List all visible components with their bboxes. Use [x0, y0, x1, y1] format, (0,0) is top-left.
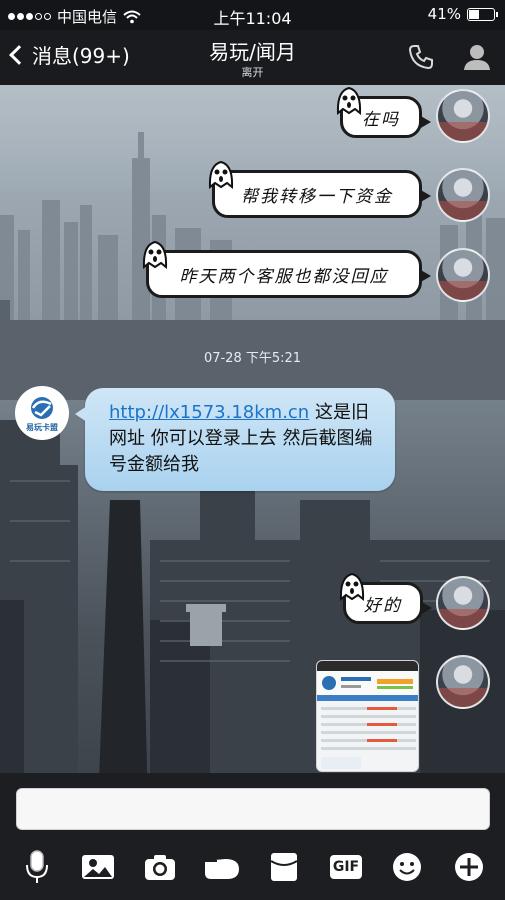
hand-icon	[205, 859, 239, 879]
screenshot-image	[317, 661, 418, 769]
chat-toolbar: GIF	[0, 847, 505, 897]
brand-logo-text: 易玩卡盟	[26, 423, 58, 432]
message-bubble-outgoing[interactable]: 昨天两个客服也都没回应	[142, 240, 431, 298]
message-text: 好的	[364, 595, 402, 616]
more-button[interactable]	[449, 847, 489, 887]
nav-bar: 消息(99+) 易玩/闻月 离开	[0, 30, 505, 85]
message-text: 昨天两个客服也都没回应	[179, 266, 389, 287]
my-avatar[interactable]	[436, 248, 490, 302]
message-bubble-outgoing[interactable]: 帮我转移一下资金	[208, 160, 431, 218]
gif-icon: GIF	[330, 855, 362, 879]
emoji-button[interactable]	[387, 847, 427, 887]
message-text: 帮我转移一下资金	[241, 186, 393, 207]
message-timestamp: 07-28 下午5:21	[203, 351, 302, 366]
status-bar: 中国电信 上午11:04 41%	[0, 0, 505, 30]
message-bubble-outgoing[interactable]: 好的	[339, 572, 432, 624]
my-avatar[interactable]	[436, 655, 490, 709]
image-message-thumbnail[interactable]	[316, 660, 419, 772]
battery-icon	[467, 7, 498, 21]
my-avatar[interactable]	[436, 89, 490, 143]
message-input[interactable]	[16, 788, 490, 830]
contact-avatar[interactable]: 易玩卡盟	[15, 386, 69, 440]
battery-percent: 41%	[427, 5, 461, 23]
phone-icon[interactable]	[408, 44, 434, 70]
emoji-icon	[393, 853, 421, 881]
gif-button[interactable]: GIF	[326, 847, 366, 887]
message-text: 在吗	[362, 109, 400, 130]
envelope-icon	[270, 853, 298, 881]
photo-button[interactable]	[78, 847, 118, 887]
message-bubble-incoming[interactable]: http://lx1573.18km.cn 这是旧网址 你可以登录上去 然后截图…	[75, 388, 395, 491]
voice-button[interactable]	[17, 847, 57, 887]
chat-input-area: GIF	[0, 773, 505, 900]
mic-icon	[26, 850, 48, 883]
ghost-sticker-icon	[142, 240, 168, 269]
person-icon[interactable]	[462, 42, 492, 72]
gif-label: GIF	[332, 859, 360, 875]
red-packet-button[interactable]	[264, 847, 304, 887]
poke-button[interactable]	[202, 847, 242, 887]
message-bubble-outgoing[interactable]: 在吗	[336, 86, 431, 138]
plus-icon	[455, 853, 483, 881]
ghost-sticker-icon	[339, 572, 365, 601]
message-link[interactable]: http://lx1573.18km.cn	[109, 402, 309, 423]
ghost-sticker-icon	[208, 160, 234, 189]
camera-button[interactable]	[140, 847, 180, 887]
image-icon	[82, 855, 114, 879]
ghost-sticker-icon	[336, 86, 362, 115]
my-avatar[interactable]	[436, 576, 490, 630]
my-avatar[interactable]	[436, 168, 490, 222]
camera-icon	[145, 855, 175, 880]
